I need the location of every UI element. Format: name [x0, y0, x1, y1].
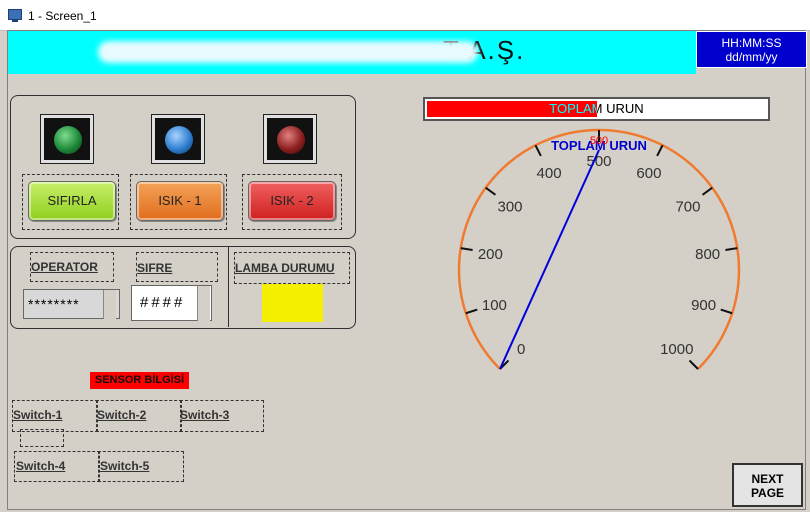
switch-1-label: Switch-1 [13, 408, 63, 422]
gauge-tick-label: 500 [586, 153, 611, 170]
login-divider [228, 247, 229, 327]
light2-status-lamp [263, 114, 317, 164]
lamp-bulb-icon [165, 126, 193, 154]
gauge-tick-label: 400 [537, 165, 562, 182]
switch-5-label: Switch-5 [100, 459, 150, 473]
sensor-title: SENSOR BİLGİSİ [90, 372, 189, 389]
operator-label: OPERATOR [31, 260, 98, 274]
gauge-tick-label: 800 [695, 246, 720, 263]
lamp-bulb-icon [277, 126, 305, 154]
gauge-tick [465, 308, 478, 315]
gauge-tick-label: 1000 [660, 341, 693, 358]
next-page-button[interactable]: NEXT PAGE [732, 463, 803, 507]
next-page-line2: PAGE [750, 486, 785, 500]
gauge-tick-label: 0 [517, 341, 525, 358]
gauge-tick [688, 359, 699, 370]
reset-button-frame: SIFIRLA [22, 174, 119, 230]
light2-button-frame: ISIK - 2 [242, 174, 342, 230]
reset-button[interactable]: SIFIRLA [28, 181, 116, 221]
gauge-tick [499, 359, 510, 370]
gauge-tick-label: 200 [478, 246, 503, 263]
switch-4-label: Switch-4 [16, 459, 66, 473]
gauge-tick [720, 308, 733, 315]
header-banner: T A.Ş. [8, 31, 696, 74]
gauge-tick [485, 186, 497, 196]
gauge-tick [534, 144, 542, 157]
gauge-tick-label: 600 [636, 165, 661, 182]
password-label: SIFRE [137, 261, 173, 275]
gauge-tick-label: 900 [691, 297, 716, 314]
date-display: dd/mm/yy [725, 50, 778, 64]
lamp-status-label: LAMBA DURUMU [235, 261, 335, 275]
light1-button-frame: ISIK - 1 [130, 174, 227, 230]
light1-button[interactable]: ISIK - 1 [136, 181, 224, 221]
light2-button[interactable]: ISIK - 2 [248, 181, 336, 221]
monitor-icon [8, 9, 22, 22]
lamp-status-indicator [262, 284, 323, 322]
title-bar: 1 - Screen_1 [0, 0, 810, 31]
empty-frame [20, 429, 64, 447]
total-product-bar-label: TOPLAM URUN [549, 101, 644, 116]
operator-field-scrollbar[interactable] [103, 290, 116, 319]
gauge-tick-label: 700 [675, 198, 700, 215]
gauge-tick [725, 247, 738, 251]
hmi-screen: T A.Ş. HH:MM:SS dd/mm/yy SIFIRLA ISIK - … [7, 30, 807, 510]
light1-status-lamp [151, 114, 205, 164]
datetime-display: HH:MM:SS dd/mm/yy [696, 31, 807, 68]
gauge-arc [457, 128, 741, 370]
next-page-line1: NEXT [751, 472, 784, 486]
window-title: 1 - Screen_1 [28, 9, 97, 23]
gauge-title: TOPLAM URUN [551, 138, 647, 153]
gauge-tick [701, 186, 713, 196]
switch-3-label: Switch-3 [180, 408, 230, 422]
password-field-scrollbar[interactable] [197, 286, 210, 321]
gauge-tick-label: 100 [482, 297, 507, 314]
total-product-bar: TOPLAM URUN [423, 97, 770, 121]
gauge-needle [499, 149, 600, 370]
gauge-tick-label: 300 [497, 198, 522, 215]
switch-2-label: Switch-2 [97, 408, 147, 422]
lamp-bulb-icon [54, 126, 82, 154]
gauge-value-label: 500 [590, 135, 608, 147]
gauge-tick [460, 247, 473, 251]
gauge-tick [656, 144, 664, 157]
time-display: HH:MM:SS [721, 36, 782, 50]
redacted-company-name [98, 41, 478, 63]
reset-status-lamp [40, 114, 94, 164]
